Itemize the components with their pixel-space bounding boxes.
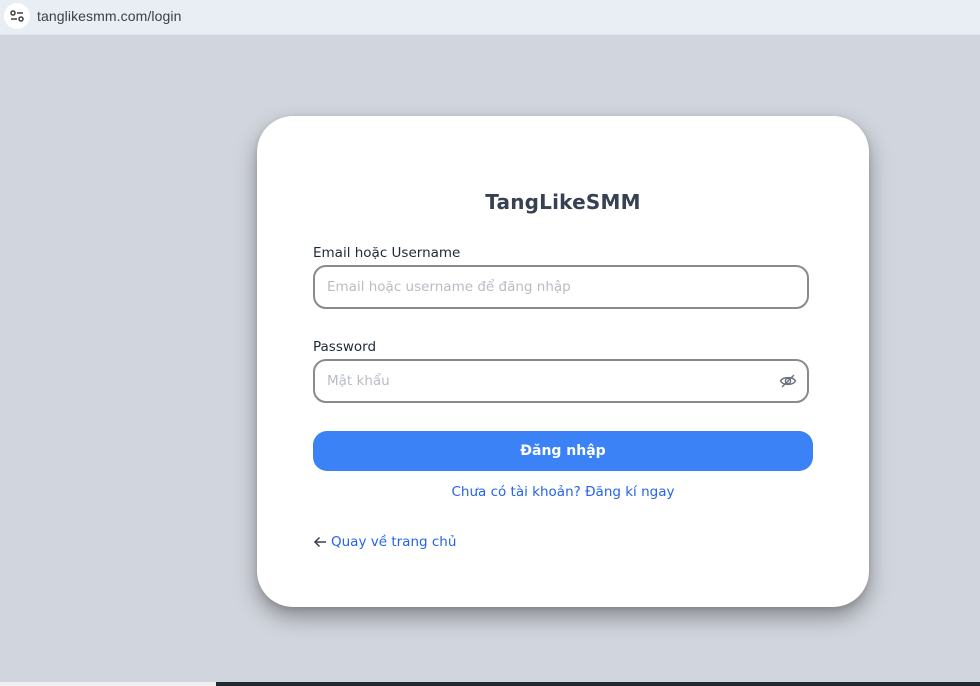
login-button[interactable]: Đăng nhập — [313, 431, 813, 471]
taskbar-dark-segment — [216, 682, 980, 686]
back-home-link[interactable]: Quay về trang chủ — [313, 534, 456, 550]
back-home-label: Quay về trang chủ — [331, 534, 457, 550]
email-field[interactable] — [313, 265, 809, 309]
eye-off-icon[interactable] — [779, 373, 797, 389]
password-input[interactable] — [327, 361, 767, 401]
tune-icon — [10, 10, 24, 22]
email-label: Email hoặc Username — [313, 245, 461, 261]
browser-address-bar: tanglikesmm.com/login — [0, 0, 980, 35]
arrow-left-icon — [313, 536, 326, 548]
login-card: TangLikeSMM Email hoặc Username Password… — [257, 116, 869, 607]
password-field[interactable] — [313, 359, 809, 403]
register-link[interactable]: Chưa có tài khoản? Đăng kí ngay — [257, 484, 869, 500]
taskbar-strip — [0, 682, 980, 686]
password-label: Password — [313, 339, 377, 355]
page-title: TangLikeSMM — [485, 190, 641, 214]
url-text[interactable]: tanglikesmm.com/login — [37, 8, 182, 24]
email-input[interactable] — [327, 267, 767, 307]
site-info-button[interactable] — [4, 3, 30, 29]
